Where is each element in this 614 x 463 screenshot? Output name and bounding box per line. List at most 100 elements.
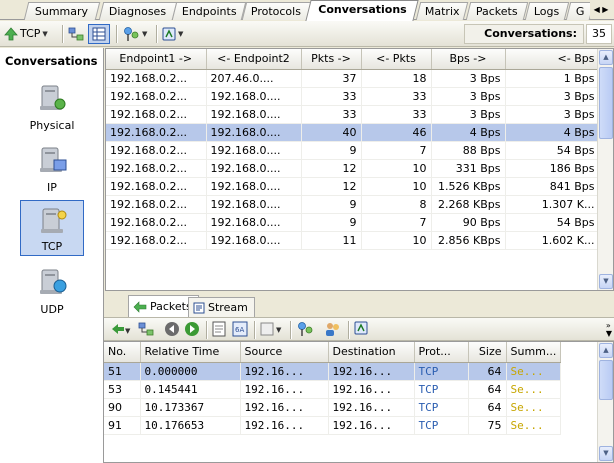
stream-icon [193, 302, 205, 313]
network-map-icon[interactable] [138, 321, 154, 337]
nav-item-physical[interactable]: Physical [20, 78, 84, 134]
users-icon[interactable] [324, 321, 342, 337]
conversations-vertical-scrollbar[interactable]: ▲ ▼ [597, 49, 613, 290]
computer-icon [41, 208, 67, 233]
tab-endpoints[interactable]: Endpoints [171, 2, 247, 20]
document-icon[interactable] [212, 321, 226, 337]
column-header[interactable]: Source [240, 342, 329, 363]
column-header[interactable]: <- Pkts [361, 49, 432, 70]
svg-text:▼: ▼ [276, 326, 282, 334]
scroll-down-icon[interactable]: ▼ [599, 446, 613, 461]
table-row[interactable]: 192.168.0.2... 192.168.0.... 33 33 3 Bps 3 Bp… [106, 87, 600, 106]
table-row[interactable]: 53 0.145441 192.16... 192.16... TCP 64 Se... [104, 380, 562, 399]
scrollbar-thumb[interactable] [599, 67, 613, 139]
table-row[interactable]: 192.168.0.2... 192.168.0.... 40 46 4 Bps 4 Bp… [106, 123, 600, 142]
table-cell: 9 [301, 195, 362, 214]
packets-table: No. Relative Time Source Destination Pro… [104, 342, 562, 435]
table-row[interactable]: 192.168.0.2... 192.168.0.... 12 10 331 Bps 18… [106, 159, 600, 178]
tab-stream[interactable]: Stream [188, 297, 255, 317]
sync-icon[interactable]: ▼ [110, 321, 132, 337]
tab-label: Stream [208, 300, 248, 314]
filter-dropdown[interactable]: ▼ [122, 24, 147, 44]
scroll-up-icon[interactable]: ▲ [599, 50, 613, 65]
table-cell: Se... [506, 398, 562, 417]
nav-item-ip[interactable]: IP [20, 140, 84, 196]
table-cell: Se... [506, 362, 562, 381]
table-row[interactable]: 192.168.0.2... 192.168.0.... 12 10 1.526 KBp… [106, 177, 600, 196]
table-cell: 9 [301, 213, 362, 232]
scroll-down-icon[interactable]: ▼ [599, 274, 613, 289]
table-row[interactable]: 192.168.0.2... 192.168.0.... 9 8 2.268 KBps 1… [106, 195, 600, 214]
table-row[interactable]: 192.168.0.2... 192.168.0.... 11 10 2.856 KBp… [106, 231, 600, 250]
protocol-dropdown[interactable]: TCP ▼ [4, 24, 48, 44]
table-cell: 192.168.0.... [206, 159, 302, 178]
conversations-count-value: 35 [586, 24, 612, 44]
column-header[interactable]: Endpoint1 -> [106, 49, 207, 70]
scrollbar-thumb[interactable] [599, 360, 613, 400]
packets-vertical-scrollbar[interactable]: ▲ ▼ [597, 342, 613, 462]
table-row[interactable]: 90 10.173367 192.16... 192.16... TCP 64 Se... [104, 398, 562, 417]
table-row[interactable]: 192.168.0.2... 192.168.0.... 9 7 90 Bps 54 Bp… [106, 213, 600, 232]
column-header[interactable]: <- Bps [505, 49, 600, 70]
toolbar-overflow-icon[interactable]: » ▼ [606, 322, 612, 338]
scroll-up-icon[interactable]: ▲ [599, 343, 613, 358]
filter-icon[interactable] [296, 321, 314, 337]
table-row[interactable]: 192.168.0.2... 207.46.0.... 37 18 3 Bps 1 Bps [106, 69, 600, 88]
filter-icon [124, 27, 139, 41]
column-header[interactable]: Relative Time [140, 342, 241, 363]
table-row[interactable]: 192.168.0.2... 192.168.0.... 9 7 88 Bps 54 Bp… [106, 141, 600, 160]
chevron-down-icon: ▼ [142, 30, 148, 38]
table-cell: 192.168.0.2... [106, 195, 207, 214]
computer-icon [40, 269, 67, 294]
table-cell: 4 Bps [505, 123, 600, 142]
column-header[interactable]: Pkts -> [301, 49, 362, 70]
nav-item-tcp[interactable]: TCP [20, 200, 84, 256]
column-header[interactable]: Bps -> [431, 49, 506, 70]
table-cell: 40 [301, 123, 362, 142]
table-cell: 192.16... [240, 362, 329, 381]
network-map-button[interactable] [68, 24, 84, 44]
table-row[interactable]: 192.168.0.2... 192.168.0.... 33 33 3 Bps 3 Bp… [106, 105, 600, 124]
tab-conversations[interactable]: Conversations [305, 0, 419, 21]
tab-packets[interactable]: Packets [465, 2, 529, 20]
toolbar-separator [116, 25, 117, 43]
tab-diagnoses[interactable]: Diagnoses [98, 2, 178, 20]
table-cell: 3 Bps [505, 105, 600, 124]
back-icon[interactable] [164, 321, 180, 337]
table-cell: 192.168.0.2... [106, 231, 207, 250]
column-header[interactable]: Summ... [506, 342, 562, 363]
column-header[interactable]: Prot... [414, 342, 469, 363]
table-cell: 9 [301, 141, 362, 160]
table-cell: 192.168.0.2... [106, 141, 207, 160]
table-cell: 46 [361, 123, 432, 142]
column-header[interactable]: <- Endpoint2 [206, 49, 302, 70]
conversation-type-panel: Conversations Physical IP TCP UDP [0, 48, 104, 463]
grid-view-button[interactable] [88, 24, 110, 44]
table-cell: 7 [361, 213, 432, 232]
table-cell: 192.16... [328, 416, 415, 435]
decode-icon[interactable]: ▼ [260, 321, 284, 337]
export-icon[interactable] [354, 321, 368, 335]
tab-scroll-arrows[interactable]: ◀ ▶ [590, 2, 612, 18]
table-row[interactable]: 51 0.000000 192.16... 192.16... TCP 64 Se... [104, 362, 562, 381]
table-cell: 0.000000 [140, 362, 241, 381]
column-header[interactable]: Size [468, 342, 507, 363]
table-cell: 192.168.0.2... [106, 159, 207, 178]
table-cell: 54 Bps [505, 213, 600, 232]
forward-icon[interactable] [184, 321, 200, 337]
hex-view-icon[interactable]: 6A [232, 321, 248, 337]
tab-logs[interactable]: Logs [524, 2, 570, 20]
tab-summary[interactable]: Summary [23, 2, 101, 20]
table-row[interactable]: 91 10.176653 192.16... 192.16... TCP 75 Se... [104, 416, 562, 435]
table-cell: 192.16... [328, 398, 415, 417]
export-dropdown[interactable]: ▼ [162, 24, 183, 44]
tab-matrix[interactable]: Matrix [415, 2, 469, 20]
tab-protocols[interactable]: Protocols [241, 2, 312, 20]
column-header[interactable]: No. [104, 342, 141, 363]
column-header[interactable]: Destination [328, 342, 415, 363]
protocol-dropdown-label: TCP [20, 27, 41, 40]
table-cell: 186 Bps [505, 159, 600, 178]
table-cell: 192.168.0.... [206, 177, 302, 196]
table-header-row: Endpoint1 -> <- Endpoint2 Pkts -> <- Pkt… [106, 49, 600, 70]
nav-item-udp[interactable]: UDP [20, 262, 84, 318]
